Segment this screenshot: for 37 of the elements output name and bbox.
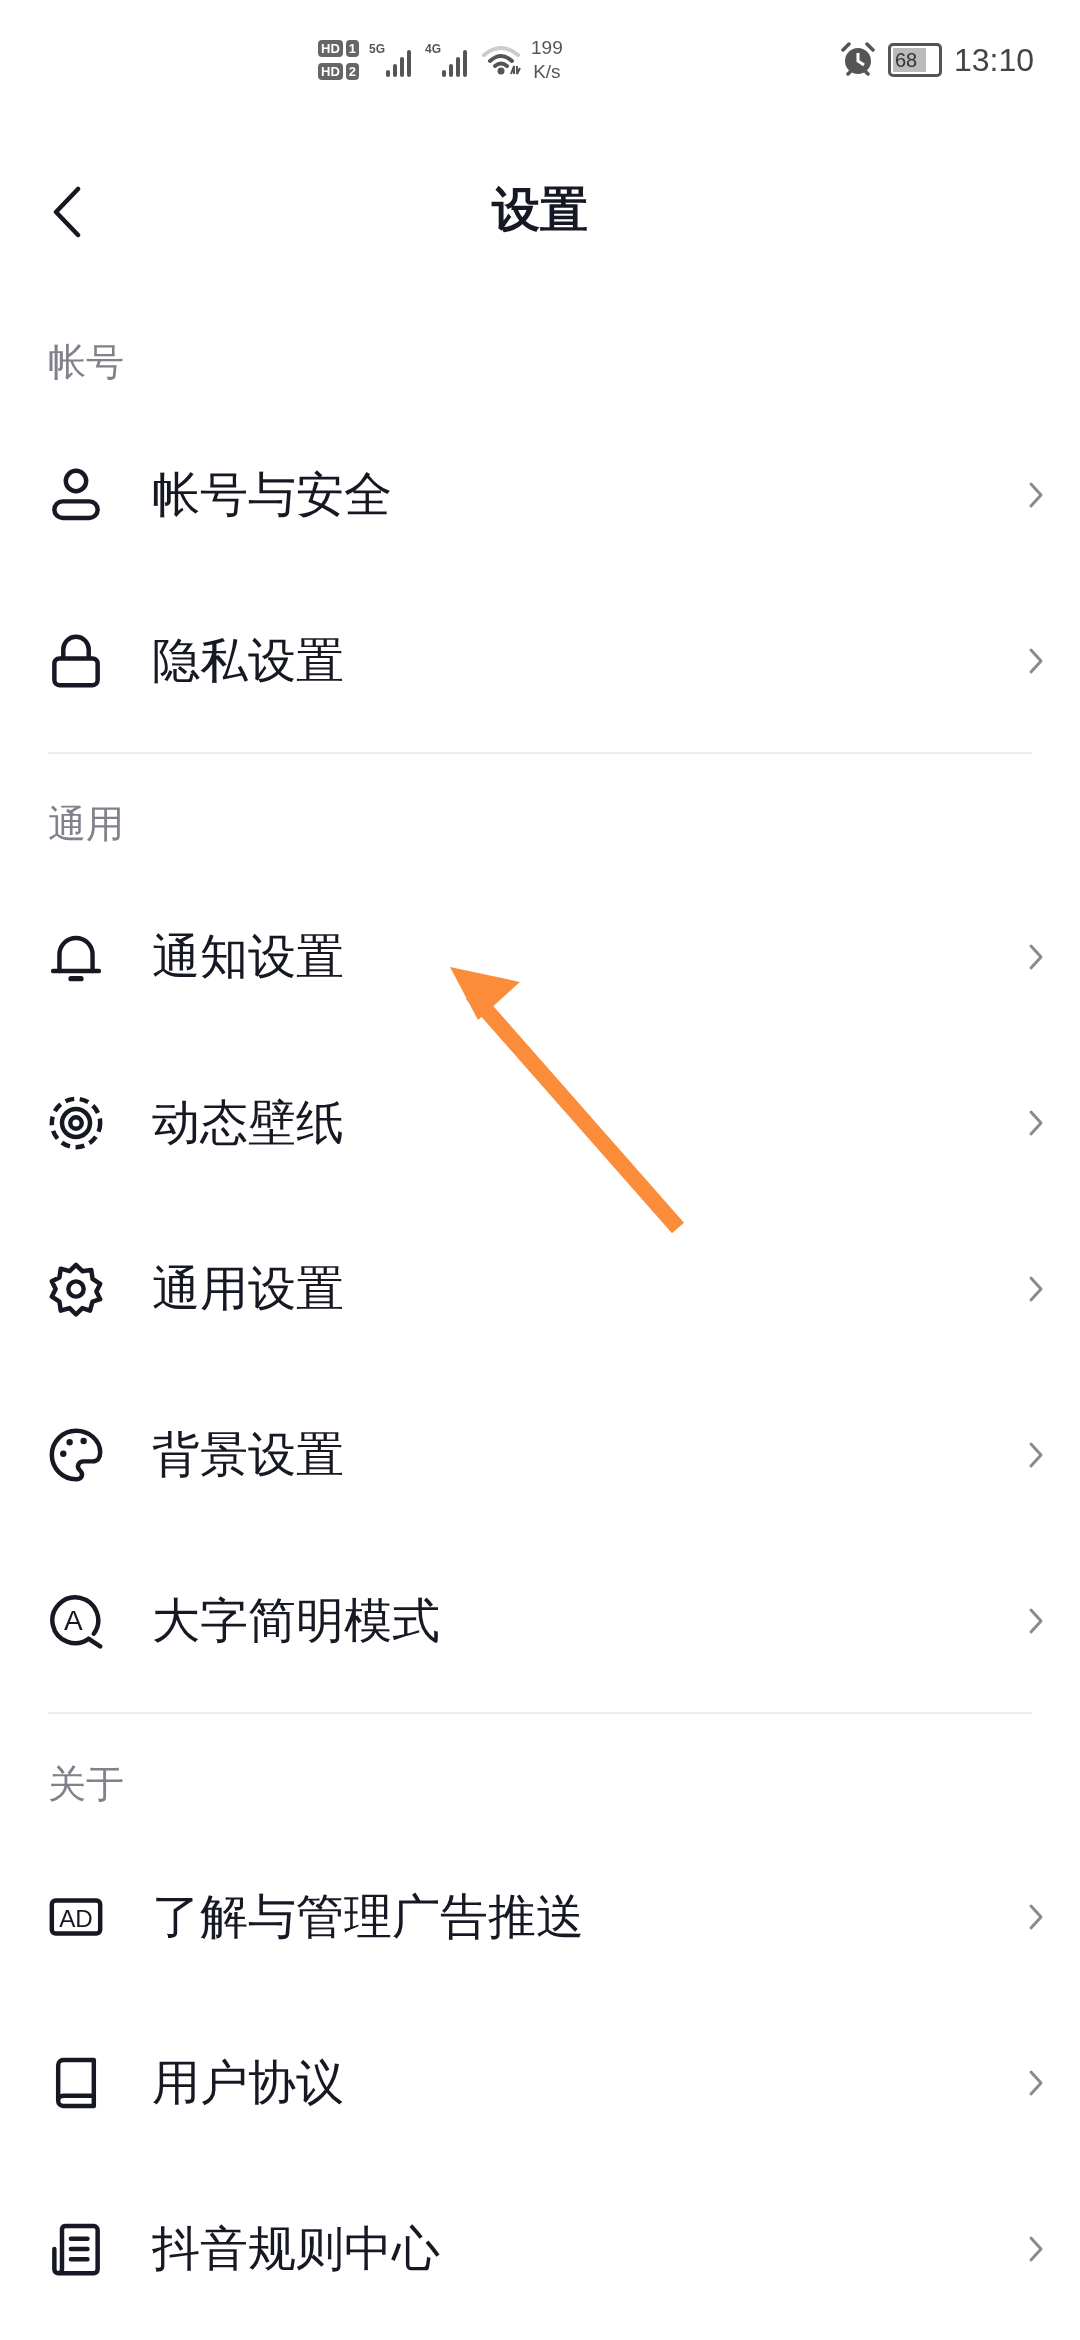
settings-item[interactable]: 动态壁纸 (0, 1040, 1080, 1206)
sim-indicator: HD 2 (318, 63, 359, 80)
alarm-icon (839, 42, 876, 78)
chevron-icon (1028, 1275, 1044, 1303)
chevron-icon (1028, 1607, 1044, 1635)
settings-item[interactable]: 通知设置 (0, 874, 1080, 1040)
section-header: 帐号 (47, 338, 125, 386)
section-header: 通用 (47, 800, 125, 848)
speed-unit: K/s (533, 60, 561, 84)
section-header: 关于 (47, 1760, 125, 1808)
network-type: 5G (369, 42, 386, 56)
sim-indicator: HD 1 (318, 40, 359, 57)
wifi-icon (481, 44, 522, 76)
page-title: 设置 (492, 180, 588, 239)
palette-icon (48, 1427, 104, 1483)
settings-item[interactable]: 用户协议 (0, 2000, 1080, 2166)
network-type: 4G (425, 42, 442, 56)
settings-item[interactable]: 抖音规则中心 (0, 2166, 1080, 2332)
chevron-icon (1028, 943, 1044, 971)
chevron-icon (1028, 481, 1044, 509)
settings-item[interactable]: AD 了解与管理广告推送 (0, 1834, 1080, 2000)
chevron-icon (1028, 2069, 1044, 2097)
settings-item[interactable]: 帐号与安全 (0, 412, 1080, 578)
chevron-icon (1028, 2235, 1044, 2263)
chevron-icon (1028, 1441, 1044, 1469)
settings-icon (48, 1261, 104, 1317)
target-icon (48, 1095, 104, 1151)
chevron-icon (1028, 1109, 1044, 1137)
chevron-icon (1028, 1903, 1044, 1931)
settings-item[interactable]: 背景设置 (0, 1372, 1080, 1538)
settings-item[interactable]: A 大字简明模式 (0, 1538, 1080, 1704)
chevron-icon (1028, 647, 1044, 675)
speed-value: 199 (531, 36, 563, 60)
settings-item[interactable]: 隐私设置 (0, 578, 1080, 744)
settings-item[interactable]: 通用设置 (0, 1206, 1080, 1372)
battery-indicator: 68 (887, 43, 942, 77)
status-time: 13:10 (953, 41, 1034, 79)
